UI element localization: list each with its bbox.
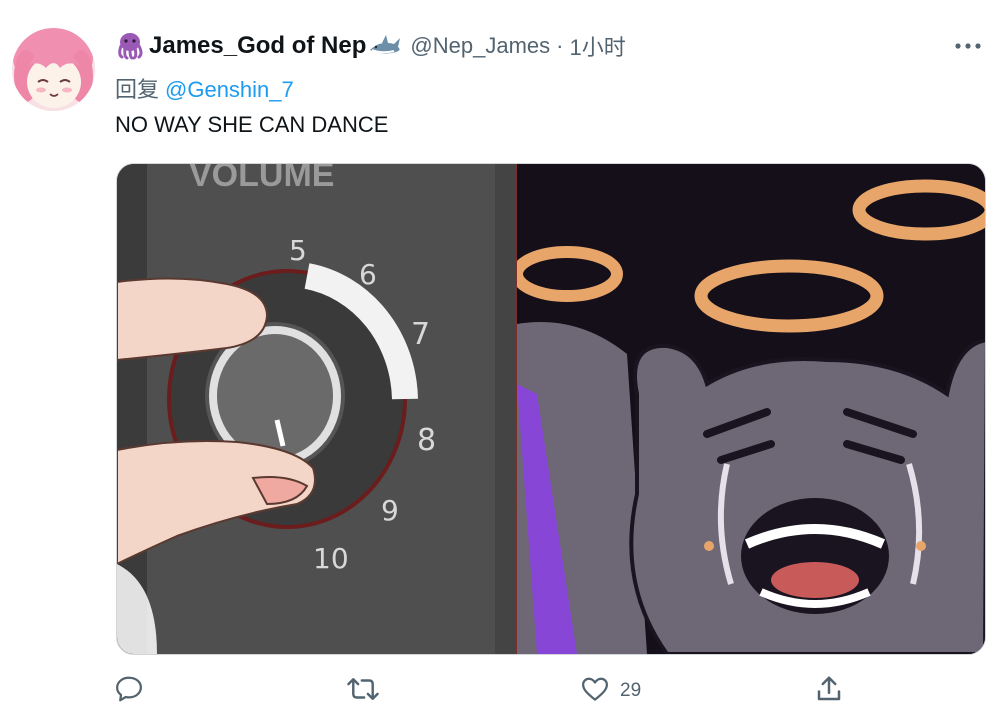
tweet-media[interactable]: VOLUME 5 6 7 8 9 10 <box>116 163 986 655</box>
crying-creature <box>629 338 985 654</box>
share-icon <box>814 674 844 709</box>
header-separator: · <box>556 33 564 58</box>
reply-prefix: 回复 <box>115 77 160 102</box>
like-count: 29 <box>620 680 642 701</box>
like-icon <box>580 674 610 709</box>
media-right-panel <box>517 164 985 654</box>
tweet-actions: 29 <box>0 668 1000 716</box>
reply-mention-link[interactable]: @Genshin_7 <box>165 77 294 102</box>
retweet-button[interactable] <box>346 668 380 714</box>
reply-context: 回复 @Genshin_7 <box>115 72 294 104</box>
dial-number-5: 5 <box>289 234 307 267</box>
avatar[interactable] <box>12 28 95 111</box>
like-button[interactable]: 29 <box>580 668 641 714</box>
display-name[interactable]: James_God of Nep <box>149 32 366 60</box>
reply-button[interactable] <box>114 668 144 714</box>
tweet: James_God of Nep @Nep_James · 1小时 回复 @Gen… <box>0 0 1000 716</box>
share-button[interactable] <box>814 668 844 714</box>
tweet-text: NO WAY SHE CAN DANCE <box>115 112 389 137</box>
dial-number-7: 7 <box>411 317 430 352</box>
dial-number-6: 6 <box>359 258 377 291</box>
reply-icon <box>114 674 144 709</box>
more-options-icon[interactable] <box>948 28 988 64</box>
timestamp[interactable]: 1小时 <box>569 30 625 62</box>
media-left-panel: VOLUME 5 6 7 8 9 10 <box>117 164 515 654</box>
dial-number-9: 9 <box>381 494 399 527</box>
retweet-icon <box>346 674 380 709</box>
octopus-emoji-icon <box>115 31 145 61</box>
volume-label: VOLUME <box>189 164 334 194</box>
dial-number-10: 10 <box>313 542 349 575</box>
tweet-header: James_God of Nep @Nep_James · 1小时 <box>115 28 626 64</box>
author-handle[interactable]: @Nep_James <box>410 33 550 59</box>
shark-emoji-icon <box>368 34 402 58</box>
dial-number-8: 8 <box>417 423 436 458</box>
